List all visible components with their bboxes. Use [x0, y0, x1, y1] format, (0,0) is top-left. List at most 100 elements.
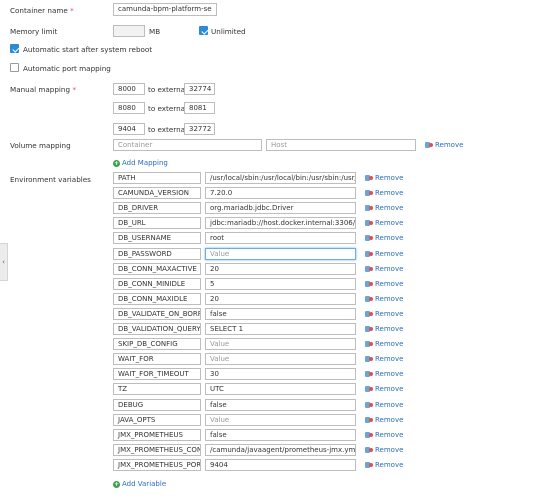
env-key-input[interactable]: WAIT_FOR — [113, 353, 201, 365]
autoport-checkbox[interactable] — [10, 63, 19, 72]
container-name-input[interactable]: camunda-bpm-platform-se — [113, 3, 217, 16]
env-value-input[interactable]: jdbc:mariadb://host.docker.internal:3306… — [205, 217, 356, 229]
env-remove-link[interactable]: Remove — [365, 189, 403, 197]
env-remove-label: Remove — [375, 416, 404, 424]
env-remove-label: Remove — [375, 310, 404, 318]
env-key-input[interactable]: DEBUG — [113, 399, 201, 411]
env-key-input[interactable]: PATH — [113, 172, 201, 184]
env-remove-label: Remove — [375, 234, 404, 242]
env-remove-link[interactable]: Remove — [365, 385, 403, 393]
env-remove-link[interactable]: Remove — [365, 250, 403, 258]
env-remove-label: Remove — [375, 385, 404, 393]
env-remove-link[interactable]: Remove — [365, 431, 403, 439]
env-remove-link[interactable]: Remove — [365, 234, 403, 242]
collapse-panel-tab[interactable]: ‹ — [0, 243, 8, 281]
env-remove-link[interactable]: Remove — [365, 401, 403, 409]
env-key-input[interactable]: DB_DRIVER — [113, 202, 201, 214]
env-remove-label: Remove — [375, 250, 404, 258]
env-value-input[interactable]: org.mariadb.jdbc.Driver — [205, 202, 356, 214]
env-remove-link[interactable]: Remove — [365, 370, 403, 378]
remove-icon — [365, 355, 373, 363]
remove-icon — [365, 446, 373, 454]
env-remove-link[interactable]: Remove — [365, 219, 403, 227]
env-key-input[interactable]: CAMUNDA_VERSION — [113, 187, 201, 199]
env-value-input[interactable]: 7.20.0 — [205, 187, 356, 199]
add-variable-label: Add Variable — [122, 480, 167, 488]
env-remove-link[interactable]: Remove — [365, 340, 403, 348]
memory-limit-input[interactable] — [113, 25, 145, 37]
env-key-input[interactable]: JMX_PROMETHEUS — [113, 429, 201, 441]
memory-limit-label: Memory limit — [10, 27, 58, 36]
to-external-label: to external — [148, 125, 188, 134]
remove-icon — [365, 310, 373, 318]
env-key-input[interactable]: JAVA_OPTS — [113, 414, 201, 426]
env-key-input[interactable]: JMX_PROMETHEUS_PORT — [113, 459, 201, 471]
env-key-input[interactable]: DB_CONN_MAXACTIVE — [113, 263, 201, 275]
env-key-input[interactable]: DB_USERNAME — [113, 232, 201, 244]
to-external-label: to external — [148, 85, 188, 94]
env-key-input[interactable]: DB_PASSWORD — [113, 248, 201, 260]
env-value-input[interactable]: false — [205, 429, 356, 441]
env-value-input[interactable]: false — [205, 308, 356, 320]
env-value-input[interactable]: 5 — [205, 278, 356, 290]
env-key-input[interactable]: DB_VALIDATION_QUERY — [113, 323, 201, 335]
env-value-input[interactable]: UTC — [205, 383, 356, 395]
env-remove-link[interactable]: Remove — [365, 280, 403, 288]
remove-icon — [365, 385, 373, 393]
env-key-input[interactable]: JMX_PROMETHEUS_CONF — [113, 444, 201, 456]
port-internal-input[interactable]: 9404 — [113, 123, 145, 135]
add-variable-link[interactable]: + Add Variable — [113, 480, 166, 488]
remove-icon — [365, 401, 373, 409]
env-remove-link[interactable]: Remove — [365, 174, 403, 182]
volume-remove-link[interactable]: Remove — [425, 141, 463, 149]
env-value-input[interactable]: /camunda/javaagent/prometheus-jmx.yml — [205, 444, 356, 456]
port-internal-input[interactable]: 8000 — [113, 83, 145, 95]
env-value-input[interactable]: 20 — [205, 263, 356, 275]
env-key-input[interactable]: DB_URL — [113, 217, 201, 229]
env-remove-link[interactable]: Remove — [365, 325, 403, 333]
env-remove-label: Remove — [375, 325, 404, 333]
env-value-input[interactable]: Value — [205, 338, 356, 350]
env-value-input[interactable]: Value — [205, 248, 356, 260]
volume-mapping-label: Volume mapping — [10, 141, 71, 150]
env-key-input[interactable]: DB_CONN_MAXIDLE — [113, 293, 201, 305]
env-key-input[interactable]: WAIT_FOR_TIMEOUT — [113, 368, 201, 380]
env-remove-link[interactable]: Remove — [365, 310, 403, 318]
volume-host-input[interactable]: Host — [266, 139, 416, 151]
env-value-input[interactable]: root — [205, 232, 356, 244]
env-value-input[interactable]: /usr/local/sbin:/usr/local/bin:/usr/sbin… — [205, 172, 356, 184]
env-key-input[interactable]: DB_CONN_MINIDLE — [113, 278, 201, 290]
volume-container-input[interactable]: Container — [113, 139, 262, 151]
env-remove-label: Remove — [375, 219, 404, 227]
env-value-input[interactable]: 30 — [205, 368, 356, 380]
env-value-input[interactable]: 20 — [205, 293, 356, 305]
port-internal-input[interactable]: 8080 — [113, 102, 145, 114]
env-key-input[interactable]: SKIP_DB_CONFIG — [113, 338, 201, 350]
env-remove-link[interactable]: Remove — [365, 461, 403, 469]
env-remove-link[interactable]: Remove — [365, 355, 403, 363]
env-key-input[interactable]: TZ — [113, 383, 201, 395]
env-value-input[interactable]: Value — [205, 353, 356, 365]
env-value-input[interactable]: 9404 — [205, 459, 356, 471]
remove-icon — [365, 325, 373, 333]
env-remove-link[interactable]: Remove — [365, 416, 403, 424]
env-remove-link[interactable]: Remove — [365, 446, 403, 454]
unlimited-checkbox[interactable] — [199, 26, 208, 35]
port-external-input[interactable]: 8081 — [184, 102, 215, 114]
add-icon: + — [113, 159, 120, 167]
env-value-input[interactable]: Value — [205, 414, 356, 426]
env-value-input[interactable]: SELECT 1 — [205, 323, 356, 335]
env-remove-link[interactable]: Remove — [365, 295, 403, 303]
remove-icon — [365, 295, 373, 303]
port-external-input[interactable]: 32772 — [184, 123, 215, 135]
env-remove-link[interactable]: Remove — [365, 204, 403, 212]
add-mapping-link[interactable]: + Add Mapping — [113, 159, 168, 167]
memory-unit-label: MB — [149, 27, 161, 36]
env-key-input[interactable]: DB_VALIDATE_ON_BORROW — [113, 308, 201, 320]
port-external-input[interactable]: 32774 — [184, 83, 215, 95]
env-remove-label: Remove — [375, 265, 404, 273]
env-remove-label: Remove — [375, 431, 404, 439]
autostart-checkbox[interactable] — [10, 44, 19, 53]
env-remove-link[interactable]: Remove — [365, 265, 403, 273]
env-value-input[interactable]: false — [205, 399, 356, 411]
